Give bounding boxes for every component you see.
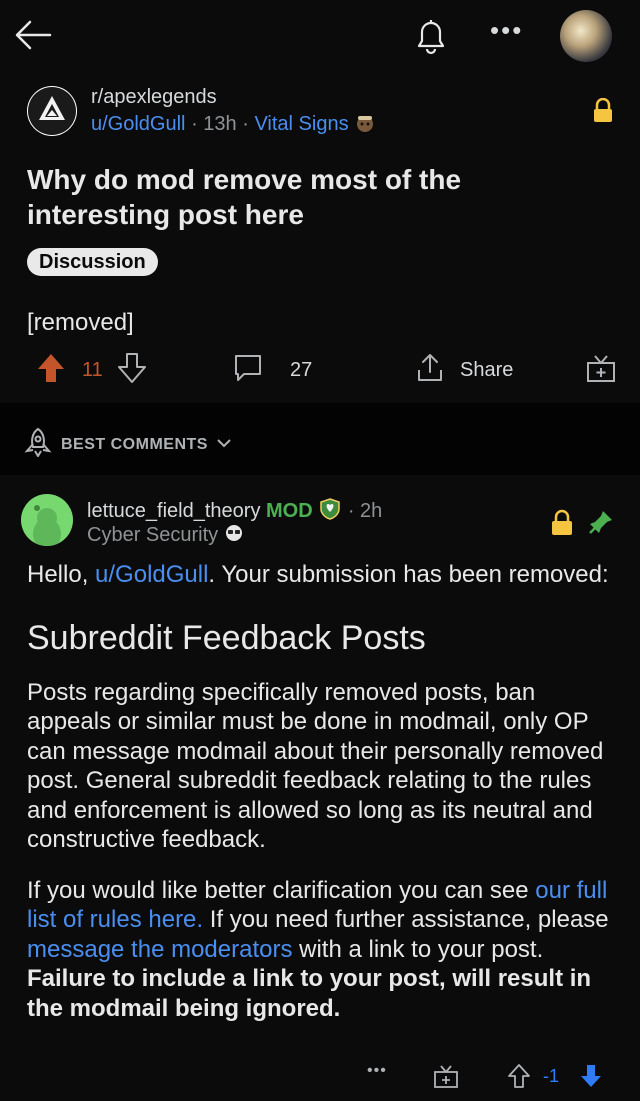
comment-author-line: lettuce_field_theory MOD · 2h	[87, 497, 382, 523]
user-avatar[interactable]	[560, 10, 612, 62]
author-flair: Vital Signs	[254, 113, 349, 135]
post-author[interactable]: u/GoldGull	[91, 113, 186, 135]
more-options-icon[interactable]: •••	[490, 17, 523, 43]
greeting-suffix: . Your submission has been removed:	[208, 561, 609, 588]
p2-text-a: If you would like better clarification y…	[27, 876, 536, 904]
mod-badge: MOD	[266, 500, 313, 522]
sort-label: BEST COMMENTS	[61, 435, 208, 453]
bell-icon[interactable]	[409, 14, 453, 63]
comment-award-icon[interactable]	[432, 1062, 460, 1095]
shield-icon	[318, 498, 348, 522]
lock-icon	[592, 97, 614, 129]
pin-icon	[588, 509, 614, 540]
post-age: 13h	[203, 113, 237, 135]
share-icon	[414, 352, 446, 389]
post-actions-bar: 11 27 Share	[0, 352, 640, 392]
comment-actions-bar: ••• -1	[0, 1060, 640, 1096]
comment-username[interactable]: lettuce_field_theory	[87, 500, 260, 522]
p2-text-c: with a link to your post.	[292, 935, 544, 963]
comment-greeting: Hello, u/GoldGull. Your submission has b…	[27, 560, 617, 590]
downvote-icon[interactable]	[117, 352, 147, 389]
post-meta: u/GoldGull · 13h · Vital Signs	[91, 113, 376, 136]
commenter-flair: Cyber Security	[87, 523, 244, 547]
comment-age: 2h	[360, 500, 383, 522]
comments-button[interactable]: 27	[232, 352, 312, 389]
comment-upvote-icon[interactable]	[506, 1062, 532, 1095]
subreddit-name[interactable]: r/apexlegends	[91, 86, 217, 109]
separator-dot: ·	[242, 113, 255, 135]
comment-lock-icon	[550, 509, 574, 542]
comment-body: Hello, u/GoldGull. Your submission has b…	[27, 560, 617, 1023]
comment-heading: Subreddit Feedback Posts	[27, 618, 426, 657]
mentioned-user-link[interactable]: u/GoldGull	[95, 561, 208, 588]
flair-emoji-icon	[224, 524, 244, 546]
subreddit-icon[interactable]	[27, 86, 77, 136]
share-button[interactable]: Share	[414, 352, 513, 389]
back-arrow-icon[interactable]	[12, 14, 54, 61]
message-moderators-link[interactable]: message the moderators	[27, 936, 292, 963]
comment-paragraph-1: Posts regarding specifically removed pos…	[27, 678, 604, 854]
greeting-prefix: Hello,	[27, 561, 96, 588]
post-score: 11	[82, 359, 103, 381]
flair-emoji-icon	[354, 113, 376, 135]
rocket-icon	[23, 427, 53, 462]
top-bar: •••	[0, 0, 640, 80]
post-body: [removed]	[27, 309, 134, 336]
comment-bubble-icon	[232, 352, 264, 389]
p2-text-b: If you need further assistance, please	[203, 906, 609, 933]
separator-dot: ·	[347, 500, 361, 522]
comment-score: -1	[543, 1066, 560, 1086]
commenter-flair-text: Cyber Security	[87, 524, 219, 546]
share-label: Share	[460, 359, 514, 381]
upvote-icon[interactable]	[36, 352, 66, 389]
comment-paragraph-2: If you would like better clarification y…	[27, 876, 617, 1024]
comment-downvote-icon[interactable]	[578, 1062, 604, 1095]
comment-sort-button[interactable]: BEST COMMENTS	[23, 427, 232, 462]
comment-count: 27	[290, 359, 313, 381]
p2-bold-warning: Failure to include a link to your post, …	[27, 965, 592, 1022]
post-title[interactable]: Why do mod remove most of the interestin…	[27, 162, 587, 232]
chevron-down-icon	[216, 436, 232, 454]
comment-more-icon[interactable]: •••	[367, 1062, 387, 1080]
vote-group: 11	[36, 352, 147, 389]
separator-dot: ·	[191, 113, 204, 135]
post-flair-badge[interactable]: Discussion	[27, 248, 158, 276]
award-icon[interactable]	[585, 352, 617, 384]
commenter-avatar[interactable]	[21, 494, 73, 546]
